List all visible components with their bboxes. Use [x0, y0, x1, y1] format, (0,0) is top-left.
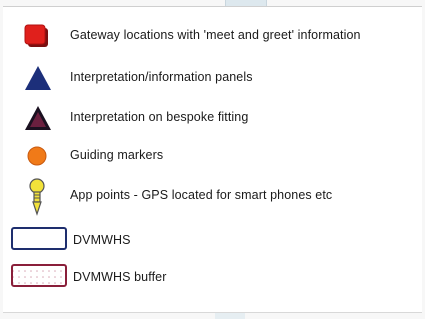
map-pin-icon	[29, 178, 45, 216]
map-legend: Gateway locations with 'meet and greet' …	[3, 6, 422, 313]
legend-item-app-points: App points - GPS located for smart phone…	[3, 177, 422, 217]
legend-item-bespoke: Interpretation on bespoke fitting	[3, 102, 422, 132]
legend-label: App points - GPS located for smart phone…	[70, 188, 333, 202]
legend-item-dvmwhs: DVMWHS	[3, 225, 422, 255]
legend-label: Gateway locations with 'meet and greet' …	[70, 28, 361, 42]
orange-circle-icon	[27, 146, 47, 166]
blue-triangle-icon	[25, 66, 51, 90]
legend-item-guiding: Guiding markers	[3, 141, 422, 171]
legend-label: DVMWHS buffer	[73, 270, 167, 284]
legend-label: Interpretation/information panels	[70, 70, 253, 84]
legend-item-dvmwhs-buffer: DVMWHS buffer	[3, 262, 422, 292]
dotted-rectangle-icon	[11, 264, 67, 287]
maroon-triangle-icon	[25, 106, 51, 130]
map-frame-bottom-tab	[215, 313, 245, 319]
red-square-icon	[24, 24, 48, 47]
legend-item-panels: Interpretation/information panels	[3, 62, 422, 92]
blue-outline-rectangle-icon	[11, 227, 67, 250]
legend-label: Guiding markers	[70, 148, 164, 162]
legend-item-gateway: Gateway locations with 'meet and greet' …	[3, 21, 422, 51]
legend-label: DVMWHS	[73, 233, 131, 247]
legend-label: Interpretation on bespoke fitting	[70, 110, 249, 124]
